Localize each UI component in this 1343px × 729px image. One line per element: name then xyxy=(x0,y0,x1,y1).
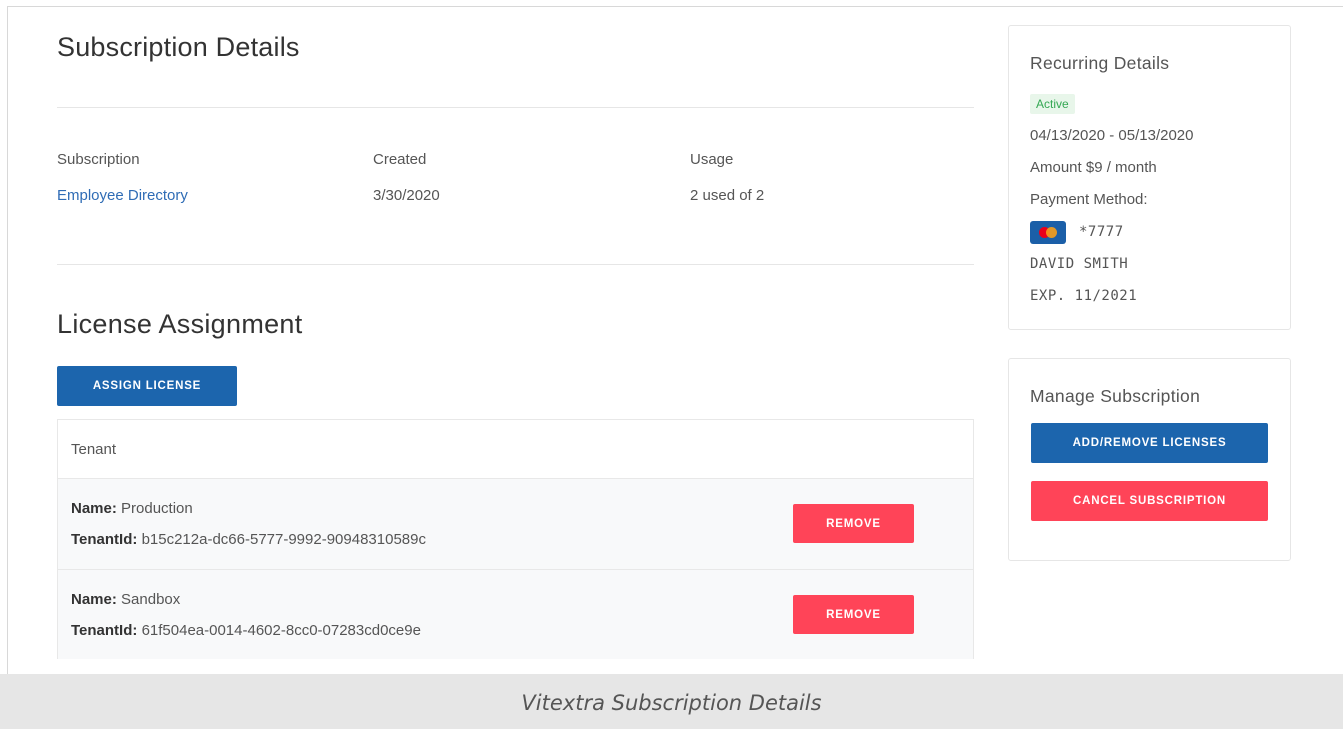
subscription-label: Subscription xyxy=(57,151,140,168)
payment-method-label: Payment Method: xyxy=(1030,191,1148,208)
divider xyxy=(57,264,974,265)
table-row: Name: Production TenantId: b15c212a-dc66… xyxy=(58,479,973,569)
billing-period: 04/13/2020 - 05/13/2020 xyxy=(1030,127,1194,144)
mastercard-icon xyxy=(1030,221,1066,244)
card-holder: DAVID SMITH xyxy=(1030,256,1129,272)
add-remove-licenses-button[interactable]: ADD/REMOVE LICENSES xyxy=(1031,423,1268,463)
created-label: Created xyxy=(373,151,427,168)
usage-value: 2 used of 2 xyxy=(690,187,765,204)
remove-button[interactable]: REMOVE xyxy=(793,595,914,634)
card-number: *7777 xyxy=(1079,224,1124,240)
tenant-table: Tenant Name: Production TenantId: b15c21… xyxy=(57,419,974,659)
name-label: Name: xyxy=(71,591,117,608)
tenant-id-label: TenantId: xyxy=(71,531,138,548)
tenant-name: Name: Production xyxy=(71,500,193,517)
tenant-name: Name: Sandbox xyxy=(71,591,180,608)
divider xyxy=(57,107,974,108)
name-label: Name: xyxy=(71,500,117,517)
status-badge: Active xyxy=(1030,94,1075,114)
subscription-link[interactable]: Employee Directory xyxy=(57,187,188,204)
tenant-column-header: Tenant xyxy=(71,441,117,458)
tenant-id-value: b15c212a-dc66-5777-9992-90948310589c xyxy=(141,531,426,548)
tenant-name-value: Production xyxy=(121,500,193,517)
manage-subscription-card: Manage Subscription ADD/REMOVE LICENSES … xyxy=(1008,358,1291,561)
billing-amount: Amount $9 / month xyxy=(1030,159,1157,176)
subscription-details-title: Subscription Details xyxy=(57,32,300,62)
recurring-details-title: Recurring Details xyxy=(1030,53,1170,73)
caption-text: Vitextra Subscription Details xyxy=(521,691,822,715)
caption-bar: Vitextra Subscription Details xyxy=(0,674,1343,729)
tenant-id: TenantId: 61f504ea-0014-4602-8cc0-07283c… xyxy=(71,622,421,639)
remove-button[interactable]: REMOVE xyxy=(793,504,914,543)
tenant-name-value: Sandbox xyxy=(121,591,181,608)
table-header: Tenant xyxy=(58,420,973,479)
card-expiry: EXP. 11/2021 xyxy=(1030,288,1138,304)
assign-license-button[interactable]: ASSIGN LICENSE xyxy=(57,366,237,406)
license-assignment-title: License Assignment xyxy=(57,309,303,339)
tenant-id-value: 61f504ea-0014-4602-8cc0-07283cd0ce9e xyxy=(141,622,421,639)
created-value: 3/30/2020 xyxy=(373,187,440,204)
manage-subscription-title: Manage Subscription xyxy=(1030,386,1201,406)
tenant-id-label: TenantId: xyxy=(71,622,138,639)
recurring-details-card: Recurring Details Active 04/13/2020 - 05… xyxy=(1008,25,1291,330)
cancel-subscription-button[interactable]: CANCEL SUBSCRIPTION xyxy=(1031,481,1268,521)
usage-label: Usage xyxy=(690,151,734,168)
table-row: Name: Sandbox TenantId: 61f504ea-0014-46… xyxy=(58,569,973,659)
tenant-id: TenantId: b15c212a-dc66-5777-9992-909483… xyxy=(71,531,426,548)
